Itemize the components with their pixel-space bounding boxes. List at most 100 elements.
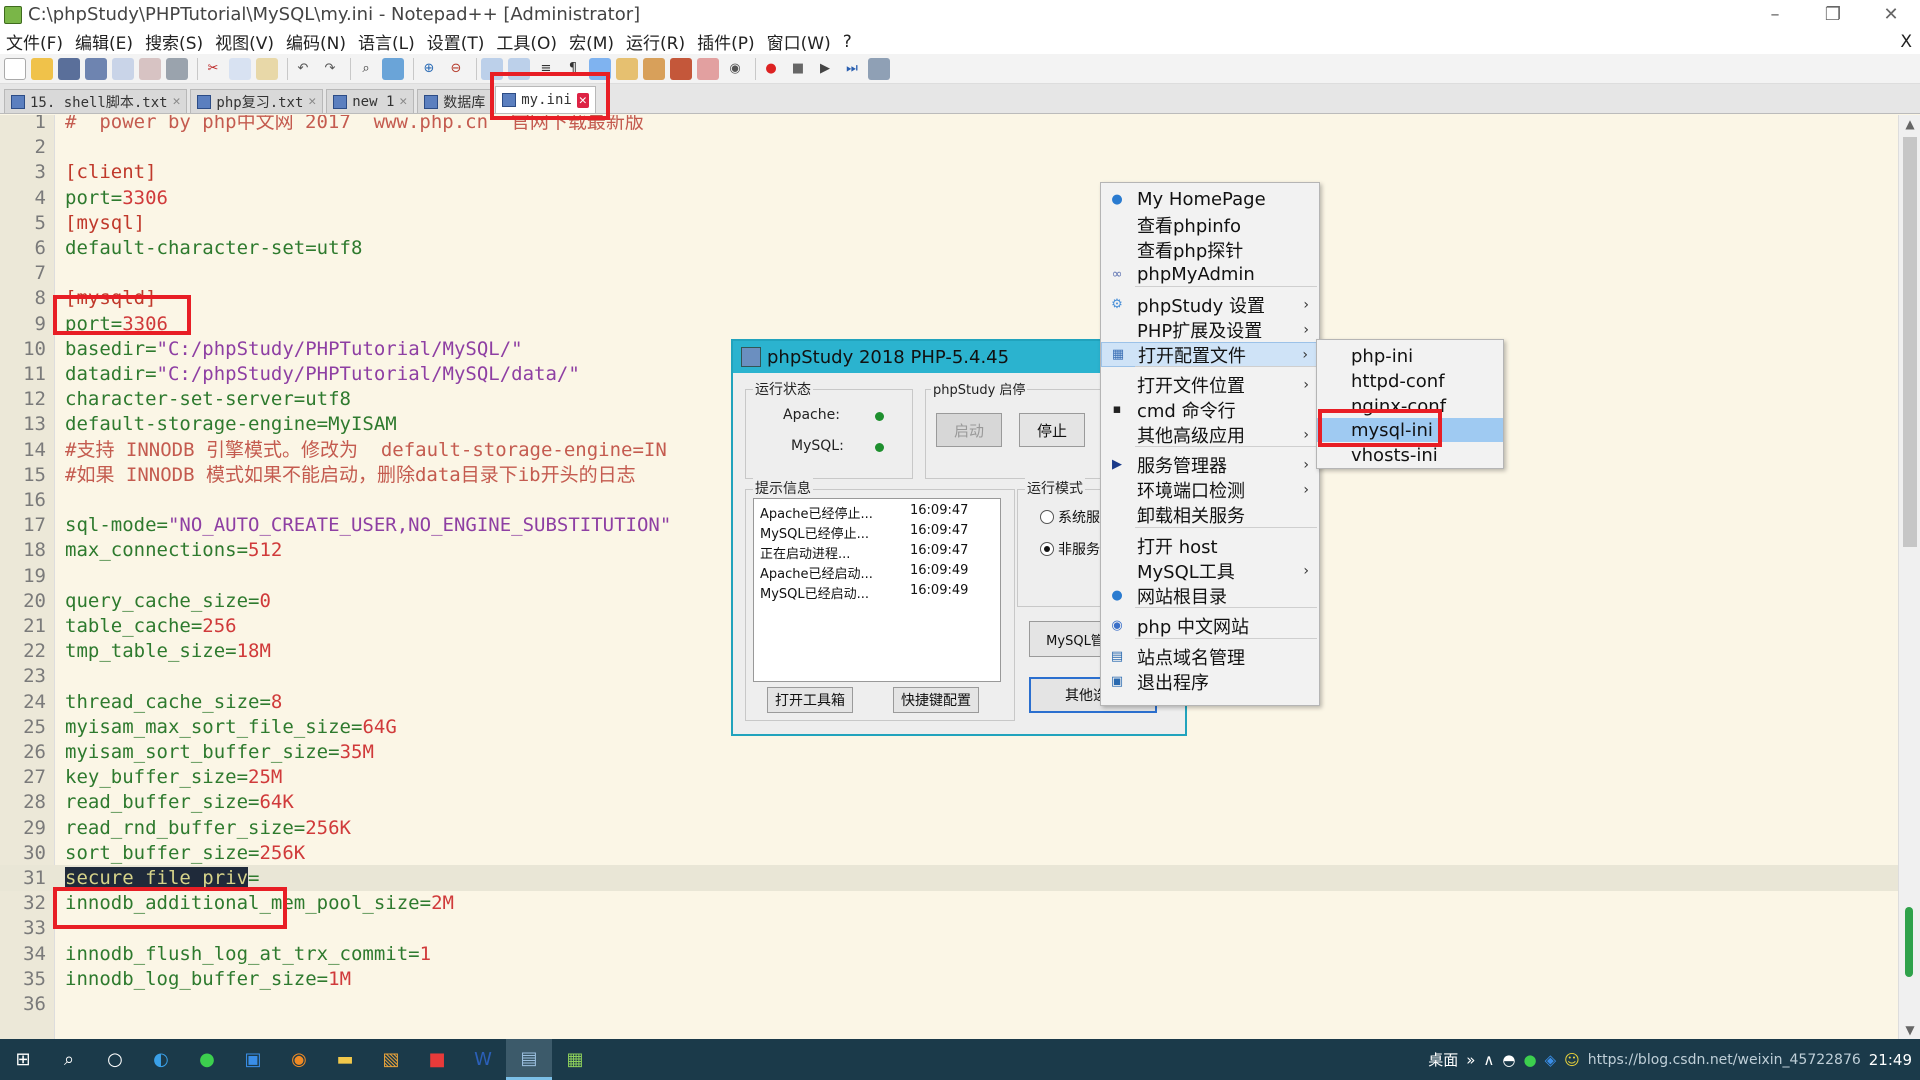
scroll-down-icon[interactable]: ▼: [1899, 1023, 1920, 1037]
monitoring-icon[interactable]: [697, 57, 719, 80]
save-all-icon[interactable]: [85, 57, 107, 80]
wechat-icon[interactable]: ●: [184, 1039, 230, 1080]
replace-icon[interactable]: [382, 57, 404, 80]
menu-run[interactable]: 运行(R): [620, 29, 691, 54]
context-menu-item[interactable]: 查看php探针: [1101, 237, 1319, 262]
copy-icon[interactable]: [229, 57, 251, 80]
menu-macro[interactable]: 宏(M): [563, 29, 620, 54]
record-macro-icon[interactable]: ●: [760, 58, 782, 80]
menu-search[interactable]: 搜索(S): [139, 29, 209, 54]
clock[interactable]: 21:49: [1869, 1051, 1912, 1069]
notepadpp-taskbar-icon[interactable]: ▦: [552, 1039, 598, 1080]
menu-window[interactable]: 窗口(W): [761, 29, 837, 54]
context-menu-item[interactable]: 打开文件位置 ›: [1101, 372, 1319, 397]
play-macro-icon[interactable]: ▶: [814, 58, 836, 80]
context-menu-item[interactable]: ▤ 站点域名管理: [1101, 644, 1319, 669]
tab-database[interactable]: 数据库: [417, 89, 493, 113]
find-icon[interactable]: ⌕: [355, 58, 377, 80]
phpstudy-taskbar-icon[interactable]: ▤: [506, 1039, 552, 1080]
start-button[interactable]: 启动: [936, 413, 1002, 447]
code-line[interactable]: 34 innodb_flush_log_at_trx_commit=1: [0, 941, 1898, 967]
menu-language[interactable]: 语言(L): [352, 29, 421, 54]
tray-overflow-icon[interactable]: »: [1466, 1051, 1475, 1069]
firefox-icon[interactable]: ◉: [276, 1039, 322, 1080]
task-view-icon[interactable]: ○: [92, 1039, 138, 1080]
folder-workspace-icon[interactable]: [670, 57, 692, 80]
word-icon[interactable]: W: [460, 1039, 506, 1080]
log-list[interactable]: Apache已经停止... 16:09:47 MySQL已经停止... 16:0…: [753, 498, 1001, 682]
code-line[interactable]: 2: [0, 134, 1898, 160]
red-app-icon[interactable]: ■: [414, 1039, 460, 1080]
word-processor-icon[interactable]: ▣: [230, 1039, 276, 1080]
close-file-icon[interactable]: [112, 57, 134, 80]
mode-nonservice-radio[interactable]: 非服务: [1040, 539, 1100, 559]
qq-icon[interactable]: ◓: [1502, 1051, 1515, 1069]
context-menu-item[interactable]: PHP扩展及设置 ›: [1101, 317, 1319, 342]
shield-icon[interactable]: ◈: [1545, 1051, 1557, 1069]
cut-icon[interactable]: ✂: [202, 58, 224, 80]
code-line[interactable]: 30 sort_buffer_size=256K: [0, 840, 1898, 866]
close-document-button[interactable]: X: [1900, 32, 1920, 52]
close-all-icon[interactable]: [139, 57, 161, 80]
context-menu-item[interactable]: ∞ phpMyAdmin: [1101, 262, 1319, 287]
function-list-icon[interactable]: [616, 57, 638, 80]
sublime-icon[interactable]: ▧: [368, 1039, 414, 1080]
windows-start-icon[interactable]: ⊞: [0, 1039, 46, 1080]
tray-expand-icon[interactable]: ∧: [1483, 1051, 1494, 1069]
code-line[interactable]: 5 [mysql]: [0, 210, 1898, 236]
close-tab-icon[interactable]: ✕: [399, 94, 407, 109]
edge-browser-icon[interactable]: ◐: [138, 1039, 184, 1080]
redo-icon[interactable]: ↷: [319, 58, 341, 80]
code-line[interactable]: 9 port=3306: [0, 311, 1898, 337]
context-menu-item[interactable]: ● 网站根目录: [1101, 583, 1319, 608]
print-icon[interactable]: [166, 57, 188, 80]
stop-macro-icon[interactable]: ■: [787, 58, 809, 80]
close-tab-icon[interactable]: ✕: [308, 94, 316, 109]
code-line[interactable]: 6 default-character-set=utf8: [0, 235, 1898, 261]
file-explorer-icon[interactable]: ▬: [322, 1039, 368, 1080]
menu-settings[interactable]: 设置(T): [421, 29, 491, 54]
code-line[interactable]: 36: [0, 991, 1898, 1017]
paste-icon[interactable]: [256, 57, 278, 80]
smile-icon[interactable]: ☺: [1564, 1051, 1580, 1069]
mode-system-radio[interactable]: 系统服: [1040, 507, 1100, 527]
open-toolbox-button[interactable]: 打开工具箱: [767, 687, 853, 713]
new-file-icon[interactable]: [4, 57, 26, 80]
menu-view[interactable]: 视图(V): [209, 29, 280, 54]
submenu-item-php-ini[interactable]: php-ini: [1317, 344, 1503, 368]
context-menu-item[interactable]: ● My HomePage: [1101, 187, 1319, 212]
tab-shell-script[interactable]: 15. shell脚本.txt ✕: [4, 89, 188, 113]
context-menu-item[interactable]: ⚙ phpStudy 设置 ›: [1101, 292, 1319, 317]
menu-tools[interactable]: 工具(O): [490, 29, 563, 54]
code-line[interactable]: 8 [mysqld]: [0, 285, 1898, 311]
save-icon[interactable]: [58, 57, 80, 80]
context-menu-item[interactable]: ▦ 打开配置文件 ›: [1101, 342, 1319, 367]
context-menu-item[interactable]: 卸载相关服务: [1101, 502, 1319, 527]
menu-encoding[interactable]: 编码(N): [280, 29, 352, 54]
code-line[interactable]: 1 # power by php中文网 2017 www.php.cn 官网下载最…: [0, 115, 1898, 135]
menu-plugins[interactable]: 插件(P): [691, 29, 761, 54]
context-menu-item[interactable]: ▶ 服务管理器 ›: [1101, 452, 1319, 477]
desktop-label[interactable]: 桌面: [1428, 1049, 1458, 1070]
code-line[interactable]: 29 read_rnd_buffer_size=256K: [0, 815, 1898, 841]
tab-php-review[interactable]: php复习.txt ✕: [190, 89, 324, 113]
context-menu-item[interactable]: 查看phpinfo: [1101, 212, 1319, 237]
document-map-icon[interactable]: [643, 57, 665, 80]
minimize-button[interactable]: –: [1746, 0, 1804, 29]
submenu-item-httpd-conf[interactable]: httpd-conf: [1317, 369, 1503, 393]
context-menu-item[interactable]: MySQL工具 ›: [1101, 558, 1319, 583]
wechat-tray-icon[interactable]: ●: [1523, 1051, 1536, 1069]
zoom-out-icon[interactable]: ⊖: [445, 58, 467, 80]
code-line[interactable]: 27 key_buffer_size=25M: [0, 764, 1898, 790]
menu-edit[interactable]: 编辑(E): [69, 29, 139, 54]
code-line[interactable]: 4 port=3306: [0, 185, 1898, 211]
shortcut-config-button[interactable]: 快捷键配置: [893, 687, 979, 713]
stop-button[interactable]: 停止: [1019, 413, 1085, 447]
zoom-in-icon[interactable]: ⊕: [418, 58, 440, 80]
code-line[interactable]: 7: [0, 260, 1898, 286]
scrollbar-thumb[interactable]: [1903, 137, 1917, 547]
search-icon[interactable]: ⌕: [46, 1039, 92, 1080]
code-line[interactable]: 35 innodb_log_buffer_size=1M: [0, 966, 1898, 992]
eye-icon[interactable]: ◉: [724, 58, 746, 80]
code-line[interactable]: 26 myisam_sort_buffer_size=35M: [0, 739, 1898, 765]
